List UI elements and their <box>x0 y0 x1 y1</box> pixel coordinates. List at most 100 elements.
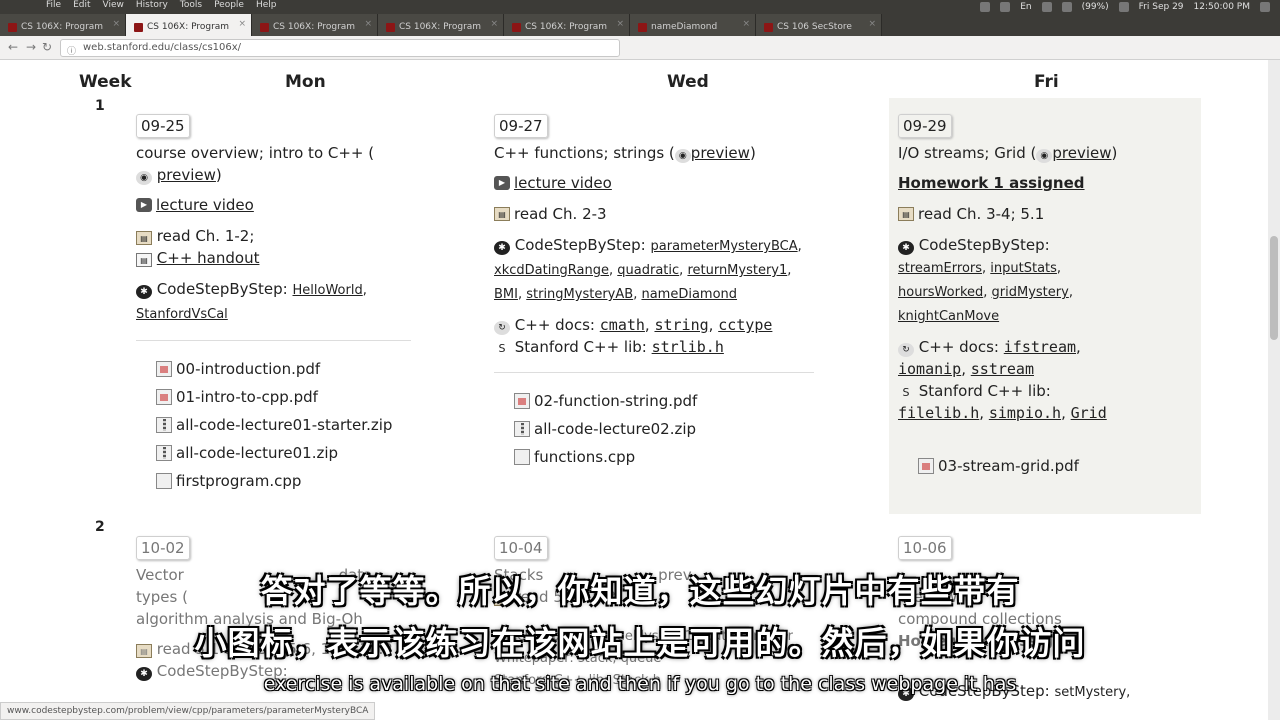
header-fri: Fri <box>1034 72 1059 92</box>
codestepbystep-icon: ✱ <box>898 241 914 255</box>
browser-tab[interactable]: CS 106X: Program × <box>252 14 378 36</box>
week1-wed-cell: 09-27 C++ functions; strings (◉ preview) … <box>494 114 824 471</box>
preview-link[interactable]: preview <box>1052 144 1111 162</box>
doc-link[interactable]: string <box>654 316 708 334</box>
battery-icon[interactable] <box>1061 2 1072 12</box>
browser-tab[interactable]: CS 106X: Program × <box>126 14 252 36</box>
file-list: 00-introduction.pdf 01-intro-to-cpp.pdf … <box>136 340 411 495</box>
file-name: 02-function-string.pdf <box>534 392 698 410</box>
close-tab-icon[interactable]: × <box>742 19 750 29</box>
file-item[interactable]: 03-stream-grid.pdf <box>898 452 1194 480</box>
reload-icon[interactable]: ↻ <box>42 40 58 56</box>
topic: C++ functions; strings (◉ preview) <box>494 142 824 164</box>
lib-link[interactable]: Grid <box>1071 404 1107 422</box>
back-icon[interactable]: ← <box>8 40 24 56</box>
preview-link[interactable]: preview <box>157 166 216 184</box>
lib-link[interactable]: simpio.h <box>989 404 1061 422</box>
doc-link[interactable]: cctype <box>718 316 772 334</box>
lib-link[interactable]: strlib.h <box>652 338 724 356</box>
preview-link[interactable]: preview <box>691 144 750 162</box>
close-tab-icon[interactable]: × <box>490 19 498 29</box>
menu-item-people[interactable]: People <box>214 0 244 14</box>
wifi-icon[interactable] <box>1000 2 1011 12</box>
menu-item-history[interactable]: History <box>136 0 168 14</box>
lecture-video-row: ▶ lecture video <box>494 172 824 194</box>
browser-top-bar: File Edit View History Tools People Help CS 10… <box>0 0 1280 36</box>
close-tab-icon[interactable]: × <box>238 19 246 29</box>
menu-item-tools[interactable]: Tools <box>180 0 202 14</box>
browser-tab[interactable]: CS 106 SecStore × <box>756 14 882 36</box>
homework-link[interactable]: Homework 1 assigned <box>898 172 1085 194</box>
forward-icon[interactable]: → <box>26 40 42 56</box>
url-input[interactable]: ⓘ web.stanford.edu/class/cs106x/ <box>60 39 620 57</box>
preview-icon: ◉ <box>674 149 691 163</box>
browser-tab[interactable]: CS 106X: Program × <box>504 14 630 36</box>
date-badge: 10-02 <box>136 536 190 560</box>
file-item[interactable]: 01-intro-to-cpp.pdf <box>136 383 411 411</box>
favicon-icon <box>638 22 647 32</box>
doc-link[interactable]: ifstream <box>1004 338 1076 356</box>
codestep-link[interactable]: nameDiamond <box>641 287 737 302</box>
file-name: all-code-lecture01.zip <box>176 444 339 462</box>
file-item[interactable]: 02-function-string.pdf <box>494 387 814 415</box>
bluetooth-icon[interactable] <box>1041 2 1052 12</box>
codestep-link[interactable]: xkcdDatingRange <box>494 263 609 278</box>
codestep-link[interactable]: StanfordVsCal <box>136 307 228 322</box>
file-name: 01-intro-to-cpp.pdf <box>176 388 318 406</box>
menu-item-view[interactable]: View <box>103 0 124 14</box>
settings-icon[interactable] <box>1260 2 1270 12</box>
codestep-link[interactable]: streamErrors <box>898 261 982 276</box>
codestep-link[interactable]: knightCanMove <box>898 309 999 324</box>
clock-time[interactable]: 12:50:00 PM <box>1194 2 1250 12</box>
codestep-link[interactable]: BMI <box>494 287 518 302</box>
handout-link[interactable]: C++ handout <box>157 249 260 267</box>
scroll-thumb[interactable] <box>1270 236 1278 340</box>
codestep-link[interactable]: stringMysteryAB <box>526 287 633 302</box>
dropbox-icon[interactable] <box>980 2 991 12</box>
doc-link[interactable]: sstream <box>971 360 1034 378</box>
browser-tab[interactable]: CS 106X: Program × <box>0 14 126 36</box>
menu-item-edit[interactable]: Edit <box>73 0 90 14</box>
menu-bar: File Edit View History Tools People Help <box>0 0 277 14</box>
lib-link[interactable]: filelib.h <box>898 404 979 422</box>
codestep-row: ✱ CodeStepByStep: HelloWorld, StanfordVs… <box>136 280 367 322</box>
close-tab-icon[interactable]: × <box>364 19 372 29</box>
menu-item-help[interactable]: Help <box>256 0 277 14</box>
close-tab-icon[interactable]: × <box>112 19 120 29</box>
codestep-link[interactable]: returnMystery1 <box>687 263 787 278</box>
browser-tab[interactable]: nameDiamond × <box>630 14 756 36</box>
zip-icon <box>514 421 530 437</box>
volume-icon[interactable] <box>1118 2 1129 12</box>
doc-link[interactable]: cmath <box>600 316 645 334</box>
browser-tab[interactable]: CS 106X: Program × <box>378 14 504 36</box>
file-item[interactable]: all-code-lecture01-starter.zip <box>136 411 411 439</box>
codestep-link[interactable]: hoursWorked <box>898 285 983 300</box>
lib-row: S Stanford C++ lib: filelib.h, simpio.h,… <box>898 382 1107 422</box>
close-tab-icon[interactable]: × <box>616 19 624 29</box>
codestep-link[interactable]: inputStats <box>990 261 1057 276</box>
file-name: 00-introduction.pdf <box>176 360 321 378</box>
file-item[interactable]: all-code-lecture01.zip <box>136 439 411 467</box>
menu-item-file[interactable]: File <box>46 0 61 14</box>
file-item[interactable]: firstprogram.cpp <box>136 467 411 495</box>
file-item[interactable]: all-code-lecture02.zip <box>494 415 814 443</box>
pdf-icon <box>156 361 172 377</box>
clock-date[interactable]: Fri Sep 29 <box>1139 2 1184 12</box>
keyboard-lang[interactable]: En <box>1020 2 1031 12</box>
lecture-video-link[interactable]: lecture video <box>514 172 612 194</box>
date-badge: 10-06 <box>898 536 952 560</box>
codestep-link[interactable]: quadratic <box>617 263 679 278</box>
file-item[interactable]: functions.cpp <box>494 443 814 471</box>
file-item[interactable]: 00-introduction.pdf <box>136 355 411 383</box>
lecture-video-row: ▶ lecture video <box>136 194 466 216</box>
codestep-link[interactable]: HelloWorld <box>293 283 363 298</box>
codestep-link[interactable]: parameterMysteryBCA <box>651 239 798 254</box>
docs-row: ↻ C++ docs: cmath, string, cctype <box>494 314 824 336</box>
file-name: 03-stream-grid.pdf <box>938 457 1079 475</box>
doc-link[interactable]: iomanip <box>898 360 961 378</box>
close-tab-icon[interactable]: × <box>868 19 876 29</box>
lecture-video-link[interactable]: lecture video <box>156 194 254 216</box>
tab-label: nameDiamond <box>651 22 718 32</box>
codestep-link[interactable]: gridMystery <box>992 285 1069 300</box>
topic: I/O streams; Grid (◉ preview) <box>898 142 1194 164</box>
